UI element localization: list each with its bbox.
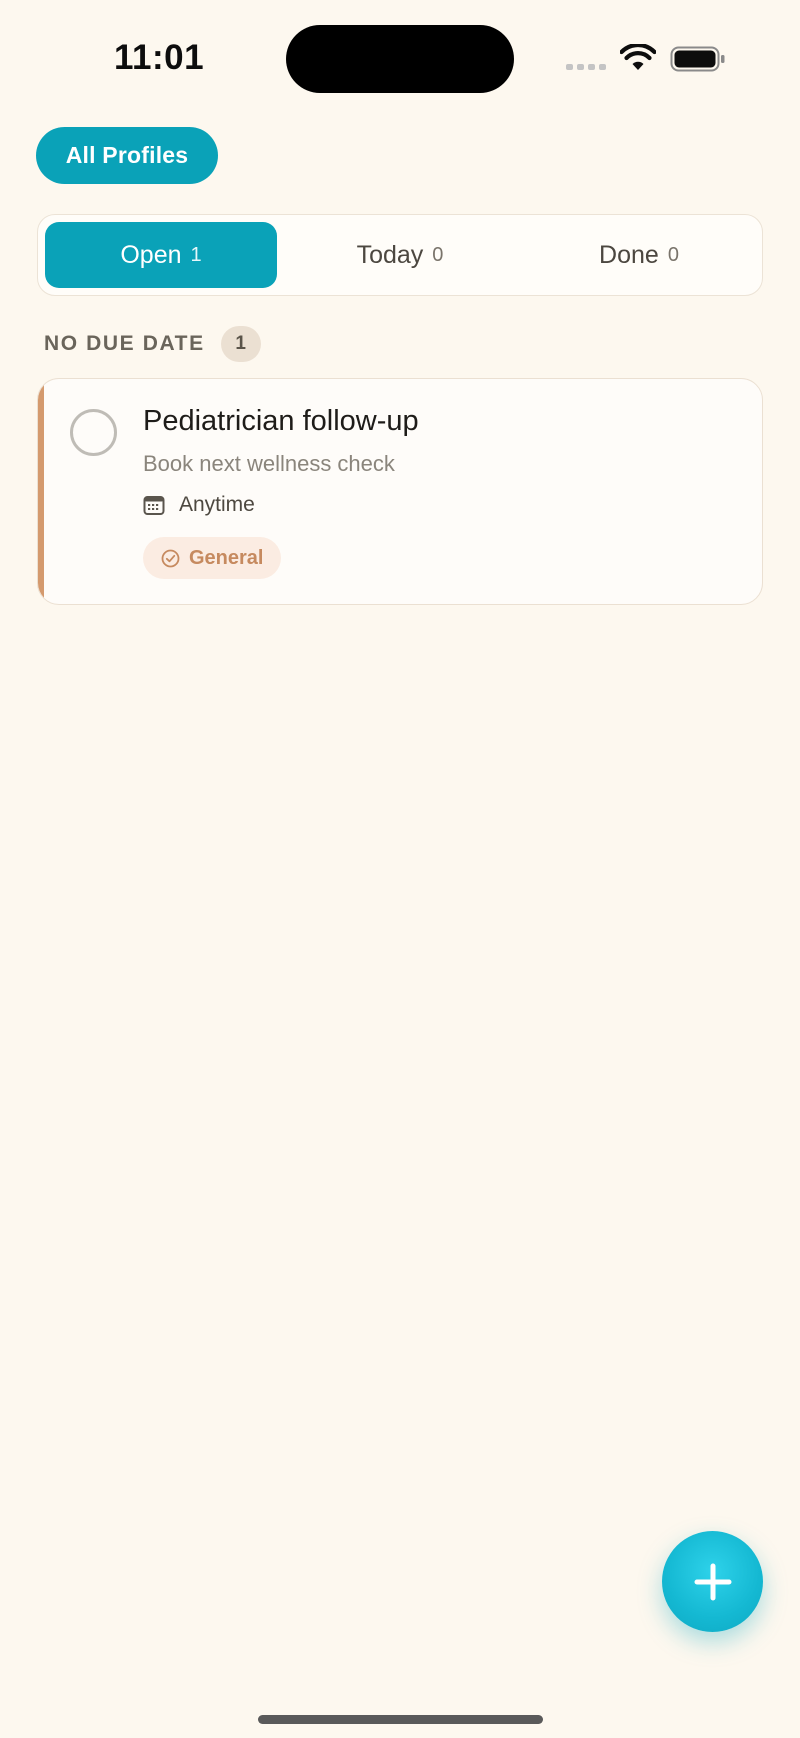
calendar-icon bbox=[143, 495, 165, 515]
tag-label: General bbox=[189, 546, 264, 569]
add-task-button[interactable] bbox=[662, 1531, 763, 1632]
check-circle-icon bbox=[161, 549, 180, 567]
section-title: NO DUE DATE bbox=[44, 332, 205, 355]
task-title: Pediatrician follow-up bbox=[143, 405, 419, 437]
section-count-badge: 1 bbox=[220, 326, 261, 362]
home-indicator[interactable] bbox=[258, 1715, 543, 1724]
tab-count: 1 bbox=[190, 243, 202, 266]
task-subtitle: Book next wellness check bbox=[143, 451, 395, 476]
cellular-signal-icon bbox=[566, 64, 606, 70]
task-complete-checkbox[interactable] bbox=[70, 409, 117, 456]
status-segmented-control: Open 1 Today 0 Done 0 bbox=[37, 214, 763, 296]
plus-icon bbox=[694, 1563, 731, 1600]
task-schedule: Anytime bbox=[143, 493, 255, 517]
tab-open[interactable]: Open 1 bbox=[45, 222, 277, 288]
task-when: Anytime bbox=[179, 493, 255, 516]
all-profiles-button[interactable]: All Profiles bbox=[36, 127, 218, 184]
task-card[interactable]: Pediatrician follow-up Book next wellnes… bbox=[37, 378, 763, 605]
tab-label: Open bbox=[120, 240, 182, 269]
dynamic-island bbox=[286, 25, 514, 93]
section-header: NO DUE DATE 1 bbox=[44, 326, 261, 362]
tab-label: Today bbox=[356, 240, 424, 269]
battery-icon bbox=[670, 46, 725, 72]
tab-count: 0 bbox=[667, 243, 679, 266]
tab-count: 0 bbox=[432, 243, 444, 266]
app-screen: 11:01 All Profiles Open 1 Today 0 Done 0… bbox=[0, 0, 800, 1738]
task-category-tag[interactable]: General bbox=[143, 537, 282, 579]
tab-label: Done bbox=[599, 240, 659, 269]
status-time: 11:01 bbox=[114, 38, 205, 77]
tab-today[interactable]: Today 0 bbox=[284, 222, 516, 288]
wifi-icon bbox=[620, 44, 656, 70]
tab-done[interactable]: Done 0 bbox=[523, 222, 755, 288]
task-accent-bar bbox=[38, 379, 44, 604]
